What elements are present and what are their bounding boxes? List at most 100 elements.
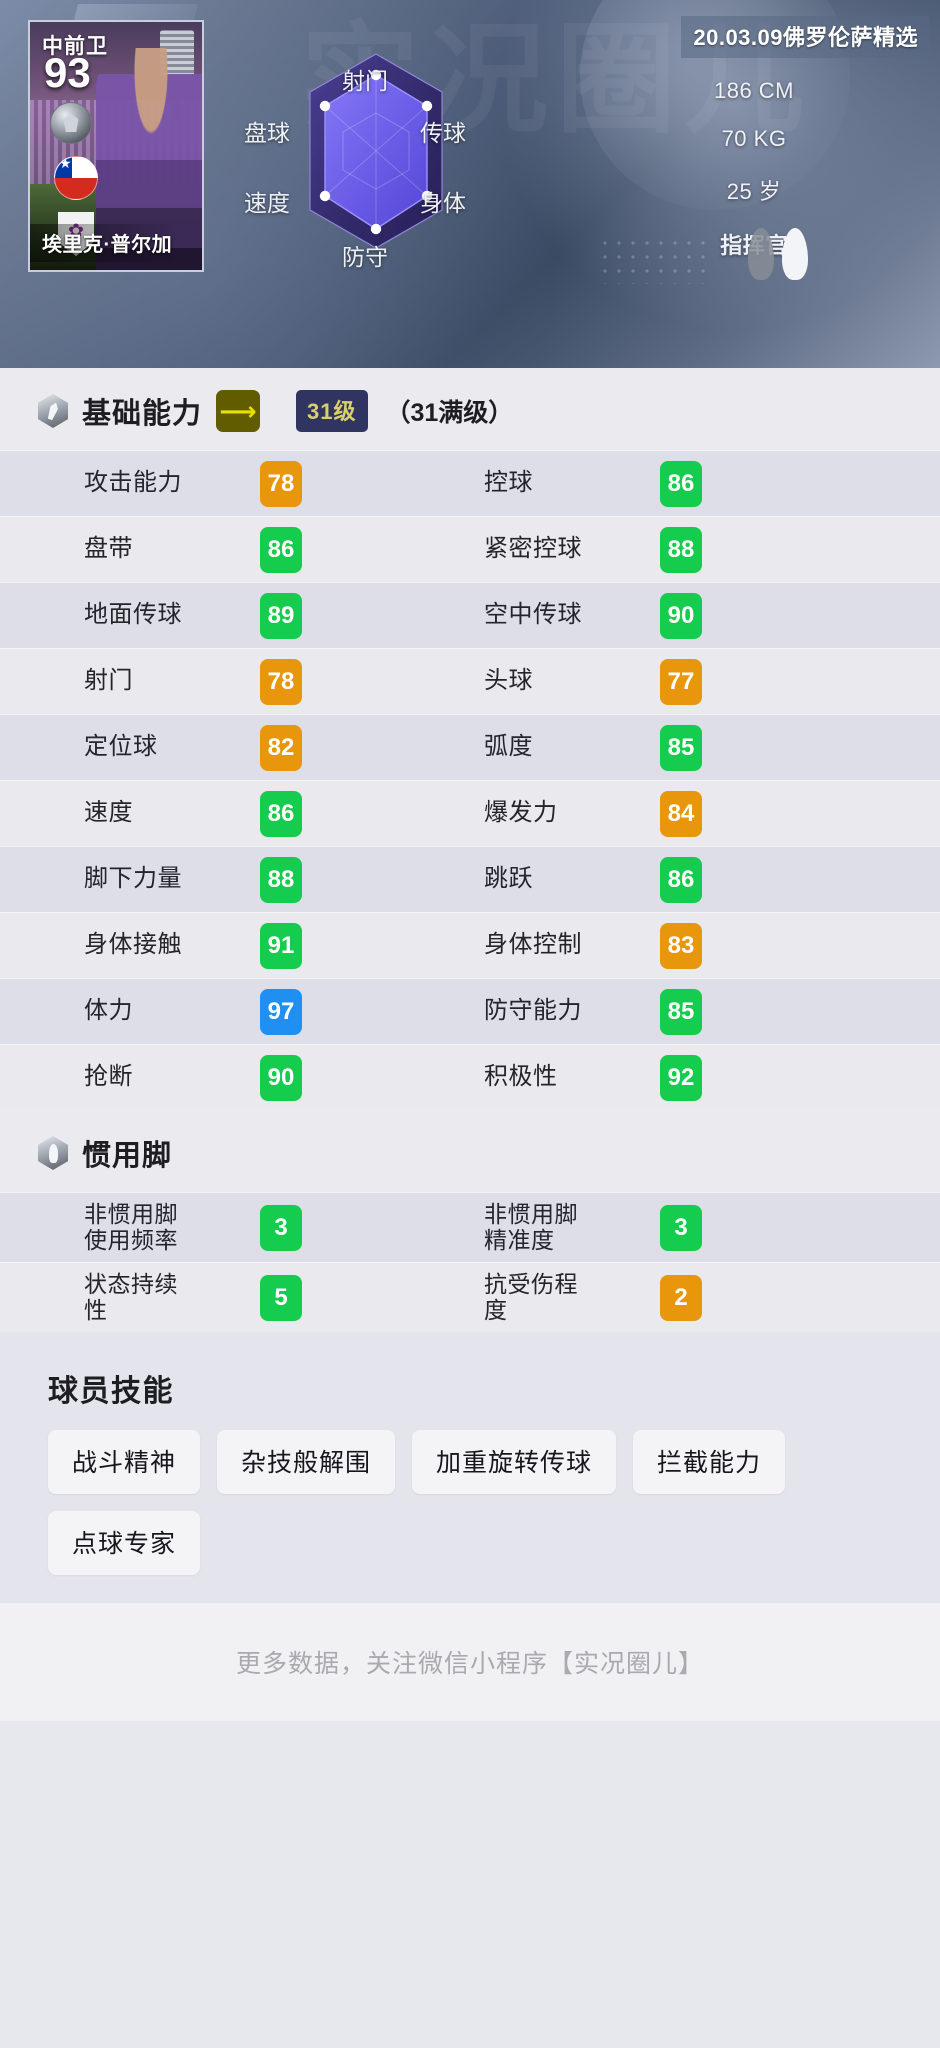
stat-row: 抢断 90 积极性 92 bbox=[0, 1044, 940, 1110]
stat-label: 定位球 bbox=[84, 733, 158, 761]
player-card[interactable]: 中前卫 93 ✿ 埃里克·普尔加 bbox=[28, 20, 204, 272]
skill-chip[interactable]: 杂技般解围 bbox=[217, 1430, 396, 1494]
radar-label-physical: 身体 bbox=[420, 190, 466, 216]
stat-value-badge: 2 bbox=[660, 1274, 702, 1321]
basic-ability-title: 基础能力 bbox=[82, 398, 203, 430]
stat-label: 控球 bbox=[484, 469, 533, 497]
stat-cell: 非惯用脚 精准度 3 bbox=[470, 1200, 940, 1254]
stat-cell: 射门 78 bbox=[0, 658, 470, 705]
skill-chip[interactable]: 拦截能力 bbox=[633, 1430, 786, 1494]
radar-label-dribble: 盘球 bbox=[244, 120, 290, 146]
stat-value-badge: 78 bbox=[260, 460, 302, 507]
stat-cell: 非惯用脚 使用频率 3 bbox=[0, 1200, 470, 1254]
stat-value-badge: 3 bbox=[260, 1204, 302, 1251]
stat-value-badge: 90 bbox=[260, 1054, 302, 1101]
stat-cell: 爆发力 84 bbox=[470, 790, 940, 837]
player-skills-list: 战斗精神 杂技般解围 加重旋转传球 拦截能力点球专家 bbox=[0, 1430, 790, 1575]
weak-foot-icon bbox=[748, 228, 774, 280]
bio-weight: 70 KG bbox=[721, 126, 787, 151]
stat-label: 速度 bbox=[84, 799, 133, 827]
stat-value-badge: 82 bbox=[260, 724, 302, 771]
stat-row: 体力 97 防守能力 85 bbox=[0, 978, 940, 1044]
radar-label-shoot: 射门 bbox=[342, 68, 388, 94]
stat-cell: 弧度 85 bbox=[470, 724, 940, 771]
stat-value-badge: 86 bbox=[260, 526, 302, 573]
stat-row: 盘带 86 紧密控球 88 bbox=[0, 516, 940, 582]
stat-cell: 紧密控球 88 bbox=[470, 526, 940, 573]
stat-label: 抗受伤程度 bbox=[484, 1270, 578, 1323]
footer-bar: 更多数据，关注微信小程序【实况圈儿】 bbox=[0, 1603, 940, 1721]
skill-chip[interactable]: 战斗精神 bbox=[48, 1430, 201, 1494]
stat-label: 盘带 bbox=[84, 535, 133, 563]
collection-title-chip: 20.03.09佛罗伦萨精选 bbox=[681, 16, 930, 58]
stat-cell: 攻击能力 78 bbox=[0, 460, 470, 507]
basic-ability-rows: 攻击能力 78 控球 86 盘带 86 紧密控球 88 地面传球 89 空中传球 90 射门 78 头球 77… bbox=[0, 450, 940, 1110]
skill-chip[interactable]: 加重旋转传球 bbox=[412, 1430, 617, 1494]
stat-label: 体力 bbox=[84, 997, 133, 1025]
skill-chip[interactable]: 点球专家 bbox=[48, 1511, 201, 1575]
stat-cell: 抗受伤程度 2 bbox=[470, 1270, 940, 1324]
player-rating: 93 bbox=[44, 49, 91, 96]
stat-cell: 定位球 82 bbox=[0, 724, 470, 771]
stat-label: 射门 bbox=[84, 667, 133, 695]
stat-label: 非惯用脚 使用频率 bbox=[84, 1200, 178, 1253]
stat-cell: 脚下力量 88 bbox=[0, 856, 470, 903]
stat-label: 非惯用脚 精准度 bbox=[484, 1200, 578, 1253]
stat-value-badge: 86 bbox=[660, 856, 702, 903]
stat-cell: 抢断 90 bbox=[0, 1054, 470, 1101]
stat-cell: 体力 97 bbox=[0, 988, 470, 1035]
stat-value-badge: 85 bbox=[660, 988, 702, 1035]
stat-value-badge: 3 bbox=[660, 1204, 702, 1251]
arrow-right-icon[interactable]: ⟶ bbox=[216, 390, 261, 432]
stat-value-badge: 88 bbox=[260, 856, 302, 903]
footer-text: 更多数据，关注微信小程序【实况圈儿】 bbox=[235, 1650, 704, 1678]
stat-label: 身体控制 bbox=[484, 931, 582, 959]
stat-value-badge: 89 bbox=[260, 592, 302, 639]
stat-cell: 身体接触 91 bbox=[0, 922, 470, 969]
radar-label-defense: 防守 bbox=[342, 244, 388, 270]
ability-hex-icon bbox=[38, 394, 68, 428]
stat-label: 跳跃 bbox=[484, 865, 533, 893]
stat-value-badge: 83 bbox=[660, 922, 702, 969]
stat-label: 防守能力 bbox=[484, 997, 582, 1025]
decorative-dot-grid bbox=[598, 236, 708, 284]
stat-cell: 盘带 86 bbox=[0, 526, 470, 573]
player-skills-section: 球员技能 战斗精神 杂技般解围 加重旋转传球 拦截能力 点球专家 bbox=[0, 1332, 940, 1603]
stat-cell: 地面传球 89 bbox=[0, 592, 470, 639]
stat-row: 脚下力量 88 跳跃 86 bbox=[0, 846, 940, 912]
stat-value-badge: 84 bbox=[660, 790, 702, 837]
preferred-foot-indicator bbox=[748, 228, 808, 280]
player-hero-banner: 实况圈儿 中前卫 93 ✿ 埃里克·普尔加 bbox=[0, 0, 940, 368]
stat-cell: 身体控制 83 bbox=[470, 922, 940, 969]
stat-value-badge: 5 bbox=[260, 1274, 302, 1321]
stat-label: 攻击能力 bbox=[84, 469, 182, 497]
stat-row: 射门 78 头球 77 bbox=[0, 648, 940, 714]
stat-row: 状态持续性 5 抗受伤程度 2 bbox=[0, 1262, 940, 1332]
strong-foot-icon bbox=[782, 228, 808, 280]
stat-label: 抢断 bbox=[84, 1063, 133, 1091]
preferred-foot-rows: 非惯用脚 使用频率 3 非惯用脚 精准度 3 状态持续性 5 抗受伤程度 2 bbox=[0, 1192, 940, 1332]
level-max-label: （31满级） bbox=[385, 399, 514, 427]
stat-label: 爆发力 bbox=[484, 799, 558, 827]
stat-row: 攻击能力 78 控球 86 bbox=[0, 450, 940, 516]
stat-label: 地面传球 bbox=[84, 601, 182, 629]
stat-label: 紧密控球 bbox=[484, 535, 582, 563]
stat-label: 身体接触 bbox=[84, 931, 182, 959]
stat-label: 积极性 bbox=[484, 1063, 558, 1091]
stat-label: 弧度 bbox=[484, 733, 533, 761]
stat-cell: 防守能力 85 bbox=[470, 988, 940, 1035]
chile-flag-icon bbox=[54, 156, 98, 200]
stat-row: 非惯用脚 使用频率 3 非惯用脚 精准度 3 bbox=[0, 1192, 940, 1262]
ability-radar-chart: 射门 盘球 速度 传球 身体 防守 bbox=[226, 18, 526, 308]
stat-cell: 跳跃 86 bbox=[470, 856, 940, 903]
level-badge: 31级 bbox=[296, 390, 368, 432]
stat-value-badge: 85 bbox=[660, 724, 702, 771]
radar-label-speed: 速度 bbox=[244, 190, 290, 216]
stat-cell: 状态持续性 5 bbox=[0, 1271, 470, 1324]
stat-label: 脚下力量 bbox=[84, 865, 182, 893]
stat-cell: 控球 86 bbox=[470, 460, 940, 507]
stat-cell: 空中传球 90 bbox=[470, 592, 940, 639]
stat-cell: 头球 77 bbox=[470, 658, 940, 705]
stat-row: 地面传球 89 空中传球 90 bbox=[0, 582, 940, 648]
stat-value-badge: 88 bbox=[660, 526, 702, 573]
